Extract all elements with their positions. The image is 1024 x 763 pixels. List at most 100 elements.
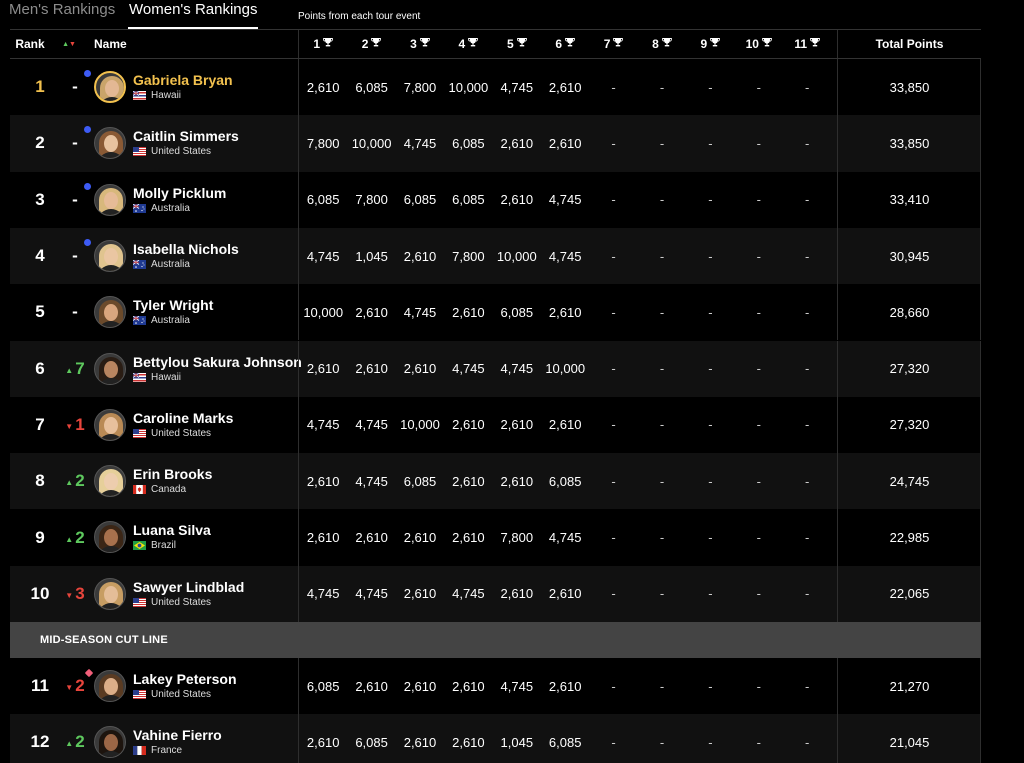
avatar[interactable] <box>94 239 126 272</box>
table-row[interactable]: 8 ▲ 2 Erin Brooks Canada 2,610 4,745 6,085 2,610… <box>10 453 981 510</box>
header-name[interactable]: Name <box>94 30 134 58</box>
avatar[interactable] <box>94 71 126 103</box>
avatar[interactable] <box>94 577 126 610</box>
event-points: 2,610 <box>500 473 534 489</box>
surfer-name[interactable]: Luana Silva <box>133 522 211 538</box>
header-rank[interactable]: Rank <box>10 30 50 58</box>
event-points: - <box>659 678 665 694</box>
table-row[interactable]: 10 ▼ 3 Sawyer Lindblad United States 4,745 4,7… <box>10 565 981 622</box>
country-name: Australia <box>151 258 190 270</box>
event-points-cell: 7,800 <box>444 228 492 284</box>
header-event-2[interactable]: 2 <box>347 30 395 58</box>
event-points: - <box>756 135 761 151</box>
avatar[interactable] <box>94 183 126 216</box>
table-row[interactable]: 9 ▲ 2 Luana Silva Brazil 2,610 2,610 2,610 2,610… <box>10 509 981 566</box>
surfer-country: Hawaii <box>133 372 181 383</box>
event-points: 2,610 <box>355 530 388 546</box>
event-points: 1,045 <box>500 734 534 750</box>
event-points-cell: 2,610 <box>347 341 395 397</box>
event-points-cell: 2,610 <box>299 59 347 115</box>
country-name: Hawaii <box>151 371 182 383</box>
table-row[interactable]: 1 - Gabriela Bryan Hawaii 2,610 6,085 7,800 10,… <box>10 59 981 116</box>
tab-womens-rankings[interactable]: Women's Rankings <box>129 1 257 18</box>
surfer-name[interactable]: Sawyer Lindblad <box>133 579 244 595</box>
header-event-1[interactable]: 1 <box>299 30 347 58</box>
header-event-4[interactable]: 4 <box>444 30 492 58</box>
event-points-cell: - <box>638 341 686 397</box>
event-points-cell: - <box>589 397 637 453</box>
event-points: - <box>805 304 810 320</box>
event-points-cell: - <box>735 509 783 565</box>
event-points-cell: 6,085 <box>444 172 492 228</box>
event-points-cell: - <box>783 172 831 228</box>
header-event-5[interactable]: 5 <box>493 30 541 58</box>
header-event-6[interactable]: 6 <box>541 30 589 58</box>
avatar[interactable] <box>94 726 126 759</box>
table-row[interactable]: 7 ▼ 1 Caroline Marks United States 4,745 4,745… <box>10 396 981 454</box>
rank-movement: ▼ 3 <box>65 584 84 604</box>
table-row[interactable]: 2 - Caitlin Simmers United States 7,800 10,00… <box>10 115 981 172</box>
event-points-cell: - <box>686 658 734 714</box>
avatar[interactable] <box>94 352 126 385</box>
arrow-up-icon: ▲ <box>65 478 74 488</box>
avatar[interactable] <box>94 408 126 441</box>
event-points: - <box>611 530 616 546</box>
event-points-cell: - <box>686 115 734 171</box>
avatar[interactable] <box>94 670 126 702</box>
table-row[interactable]: 4 - Isabella Nichols Australia 4,745 1,045 2,6… <box>10 227 981 285</box>
header-event-11[interactable]: 11 <box>783 30 831 58</box>
column-divider <box>980 565 981 622</box>
header-event-10[interactable]: 10 <box>735 30 783 58</box>
surfer-name[interactable]: Bettylou Sakura Johnson <box>133 354 302 370</box>
surfer-name[interactable]: Lakey Peterson <box>133 671 237 687</box>
event-points: - <box>611 304 616 320</box>
header-event-number: 5 <box>506 37 514 51</box>
rank-number: 9 <box>35 527 45 547</box>
leader-jersey-dot-icon <box>84 70 91 77</box>
column-divider <box>298 658 299 715</box>
event-points-cell: - <box>686 714 734 763</box>
event-points: - <box>805 192 810 208</box>
table-row[interactable]: 3 - Molly Picklum Australia 6,085 7,800 6,085 6… <box>10 171 981 228</box>
header-total-points[interactable]: Total Points <box>838 30 981 58</box>
movement-cell: ▲ 7 <box>60 341 90 397</box>
surfer-name[interactable]: Erin Brooks <box>133 466 212 482</box>
column-divider <box>980 115 981 172</box>
avatar[interactable] <box>94 465 126 498</box>
header-event-9[interactable]: 9 <box>686 30 734 58</box>
surfer-name[interactable]: Molly Picklum <box>133 185 226 201</box>
flag-usa-icon <box>133 428 146 438</box>
total-points: 33,410 <box>889 192 930 208</box>
event-points-cell: - <box>638 658 686 714</box>
surfer-name[interactable]: Tyler Wright <box>133 297 213 313</box>
table-row[interactable]: 5 - Tyler Wright Australia 10,000 2,610 4,745 2… <box>10 284 981 341</box>
tab-mens-rankings[interactable]: Men's Rankings <box>9 1 115 18</box>
rank-movement: ▼ 2 <box>65 676 84 696</box>
header-movement[interactable]: ▲▼ <box>56 30 82 58</box>
header-event-3[interactable]: 3 <box>396 30 444 58</box>
surfer-name[interactable]: Vahine Fierro <box>133 727 222 743</box>
event-points: 2,610 <box>452 734 485 750</box>
rank-number: 10 <box>30 583 50 603</box>
surfer-country: Australia <box>133 203 190 214</box>
event-points-cell: 6,085 <box>347 59 395 115</box>
header-event-8[interactable]: 8 <box>638 30 686 58</box>
avatar[interactable] <box>94 521 126 554</box>
surfer-country: Australia <box>133 259 190 270</box>
event-points: 2,610 <box>452 473 485 489</box>
table-row[interactable]: 12 ▲ 2 Vahine Fierro France 2,610 6,085 2,610 2,… <box>10 714 981 763</box>
table-row[interactable]: 6 ▲ 7 Bettylou Sakura Johnson Hawaii 2,610 2,6… <box>10 340 981 397</box>
surfer-name[interactable]: Caitlin Simmers <box>133 128 239 144</box>
table-row[interactable]: 11 ▼ 2 Lakey Peterson United States 6,085 2,61… <box>10 658 981 715</box>
event-points: - <box>805 530 810 546</box>
event-points: - <box>659 417 665 433</box>
header-event-7[interactable]: 7 <box>589 30 637 58</box>
avatar[interactable] <box>94 127 126 160</box>
total-points-cell: 27,320 <box>838 341 981 397</box>
avatar[interactable] <box>94 296 126 329</box>
flag-france-icon <box>133 746 146 756</box>
surfer-name[interactable]: Isabella Nichols <box>133 241 239 257</box>
event-points-cell: 4,745 <box>396 115 444 171</box>
surfer-name[interactable]: Gabriela Bryan <box>133 72 233 88</box>
surfer-name[interactable]: Caroline Marks <box>133 410 233 426</box>
